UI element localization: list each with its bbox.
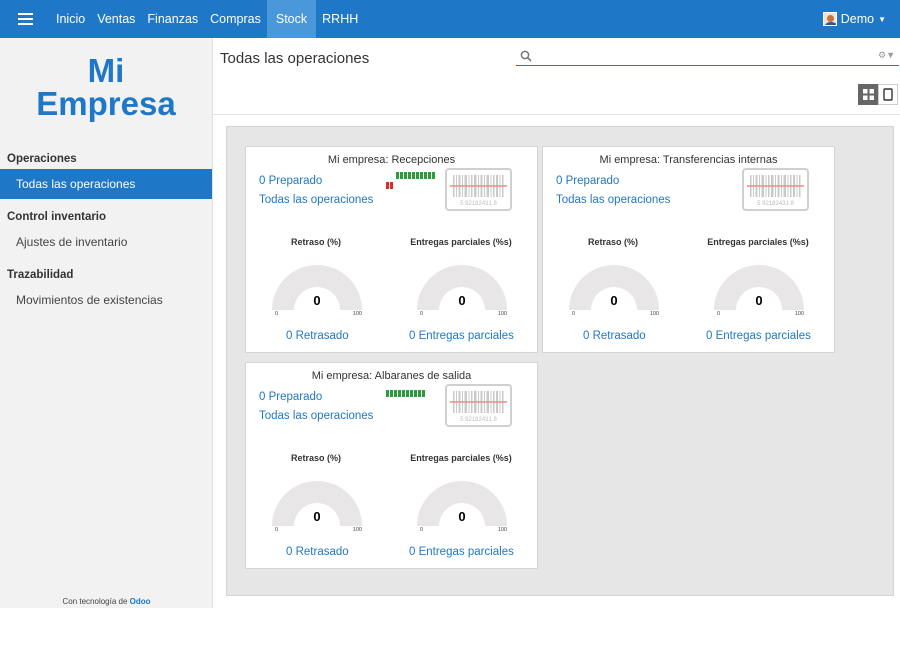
search-icon[interactable] [516,50,536,62]
delay-label: Retraso (%) [290,237,341,247]
kanban-area: Mi empresa: Recepciones 0 Preparado Toda… [226,126,894,596]
gauge-max: 100 [649,311,659,317]
user-name: Demo [840,12,875,26]
late-link[interactable]: 0 Retrasado [583,330,646,342]
barcode-icon[interactable]: 5 92182431 8 [742,168,809,211]
delay-gauge: 0 0 100 [267,476,367,536]
delay-gauge-value: 0 [313,293,321,308]
hamburger-icon[interactable] [0,0,50,38]
gauge-min: 0 [572,311,576,317]
menu-item-stock[interactable]: Stock [266,0,317,38]
control-panel: Todas las operaciones ⚙▼ [213,38,900,115]
delay-gauge-value: 0 [610,293,618,308]
late-link[interactable]: 0 Retrasado [286,330,349,342]
barcode-text: 5 92182431 8 [460,201,497,207]
gauge-min: 0 [275,311,279,317]
partial-deliveries-link[interactable]: 0 Entregas parciales [409,546,514,558]
gauge-max: 100 [497,311,507,317]
gauge-max: 100 [497,527,507,533]
search-options-icon[interactable]: ⚙▼ [878,50,899,61]
delay-gauge: 0 0 100 [564,260,664,320]
partial-gauge: 0 0 100 [412,260,512,320]
gauge-max: 100 [352,311,362,317]
company-logo: Mi Empresa [0,54,212,120]
delay-gauge: 0 0 100 [267,260,367,320]
partial-gauge-value: 0 [458,509,466,524]
late-link[interactable]: 0 Retrasado [286,546,349,558]
ready-link[interactable]: 0 Preparado [259,391,322,403]
kanban-card-albaranes[interactable]: Mi empresa: Albaranes de salida 0 Prepar… [245,362,538,569]
activity-bars [386,390,425,397]
menu-item-rrhh[interactable]: RRHH [316,0,364,38]
sidebar: Mi Empresa Operaciones Todas las operaci… [0,38,213,608]
partial-gauge-value: 0 [755,293,763,308]
barcode-icon[interactable]: 5 92182431 8 [445,384,512,427]
partial-gauge: 0 0 100 [412,476,512,536]
barcode-icon[interactable]: 5 92182431 8 [445,168,512,211]
main-menu: Inicio Ventas Finanzas Compras Stock RRH… [50,0,364,38]
sidebar-header: Operaciones [7,153,77,165]
menu-item-compras[interactable]: Compras [204,0,267,38]
menu-item-finanzas[interactable]: Finanzas [141,0,204,38]
avatar [822,12,837,26]
kanban-card-transferencias[interactable]: Mi empresa: Transferencias internas 0 Pr… [542,146,835,353]
ready-link[interactable]: 0 Preparado [556,175,619,187]
partial-label: Entregas parciales (%s) [410,453,512,463]
partial-gauge-value: 0 [458,293,466,308]
logo-line-2: Empresa [36,85,176,122]
barcode-text: 5 92182431 8 [460,417,497,423]
partial-label: Entregas parciales (%s) [707,237,809,247]
delay-label: Retraso (%) [587,237,638,247]
all-operations-link[interactable]: Todas las operaciones [259,410,373,422]
sidebar-header: Control inventario [7,211,107,223]
activity-bars [386,172,435,189]
list-view-icon[interactable] [878,84,898,105]
partial-deliveries-link[interactable]: 0 Entregas parciales [706,330,811,342]
partial-gauge: 0 0 100 [709,260,809,320]
page-title: Todas las operaciones [220,50,370,67]
ready-link[interactable]: 0 Preparado [259,175,322,187]
menu-item-ventas[interactable]: Ventas [91,0,141,38]
all-operations-link[interactable]: Todas las operaciones [556,194,670,206]
logo-line-1: Mi [87,52,125,89]
view-switcher [858,84,898,105]
gauge-min: 0 [275,527,279,533]
kanban-card-recepciones[interactable]: Mi empresa: Recepciones 0 Preparado Toda… [245,146,538,353]
gauge-max: 100 [352,527,362,533]
sidebar-header: Trazabilidad [7,269,74,281]
all-operations-link[interactable]: Todas las operaciones [259,194,373,206]
card-title: Mi empresa: Albaranes de salida [311,370,472,382]
gauge-min: 0 [420,527,424,533]
sidebar-section-trazabilidad: Trazabilidad Movimientos de existencias [0,261,212,315]
caret-down-icon: ▼ [878,14,886,24]
sidebar-item-movimientos-existencias[interactable]: Movimientos de existencias [0,285,212,315]
powered-by-text: Con tecnología de [62,597,128,606]
odoo-link[interactable]: Odoo [130,597,151,606]
partial-deliveries-link[interactable]: 0 Entregas parciales [409,330,514,342]
partial-label: Entregas parciales (%s) [410,237,512,247]
sidebar-section-control-inventario: Control inventario Ajustes de inventario [0,203,212,257]
kanban-view-icon[interactable] [858,84,878,105]
card-title: Mi empresa: Recepciones [327,154,456,166]
search-bar: ⚙▼ [516,46,899,66]
gauge-min: 0 [420,311,424,317]
gauge-max: 100 [794,311,804,317]
gauge-min: 0 [717,311,721,317]
delay-gauge-value: 0 [313,509,321,524]
card-title: Mi empresa: Transferencias internas [599,154,778,166]
sidebar-item-ajustes-inventario[interactable]: Ajustes de inventario [0,227,212,257]
top-navbar: Inicio Ventas Finanzas Compras Stock RRH… [0,0,900,38]
user-menu[interactable]: Demo ▼ [822,12,886,26]
delay-label: Retraso (%) [290,453,341,463]
powered-by: Con tecnología de Odoo [0,595,213,608]
sidebar-section-operaciones: Operaciones Todas las operaciones [0,145,212,199]
search-input[interactable] [536,46,879,65]
sidebar-item-todas-operaciones[interactable]: Todas las operaciones [0,169,212,199]
menu-item-inicio[interactable]: Inicio [50,0,91,38]
barcode-text: 5 92182431 8 [757,201,794,207]
